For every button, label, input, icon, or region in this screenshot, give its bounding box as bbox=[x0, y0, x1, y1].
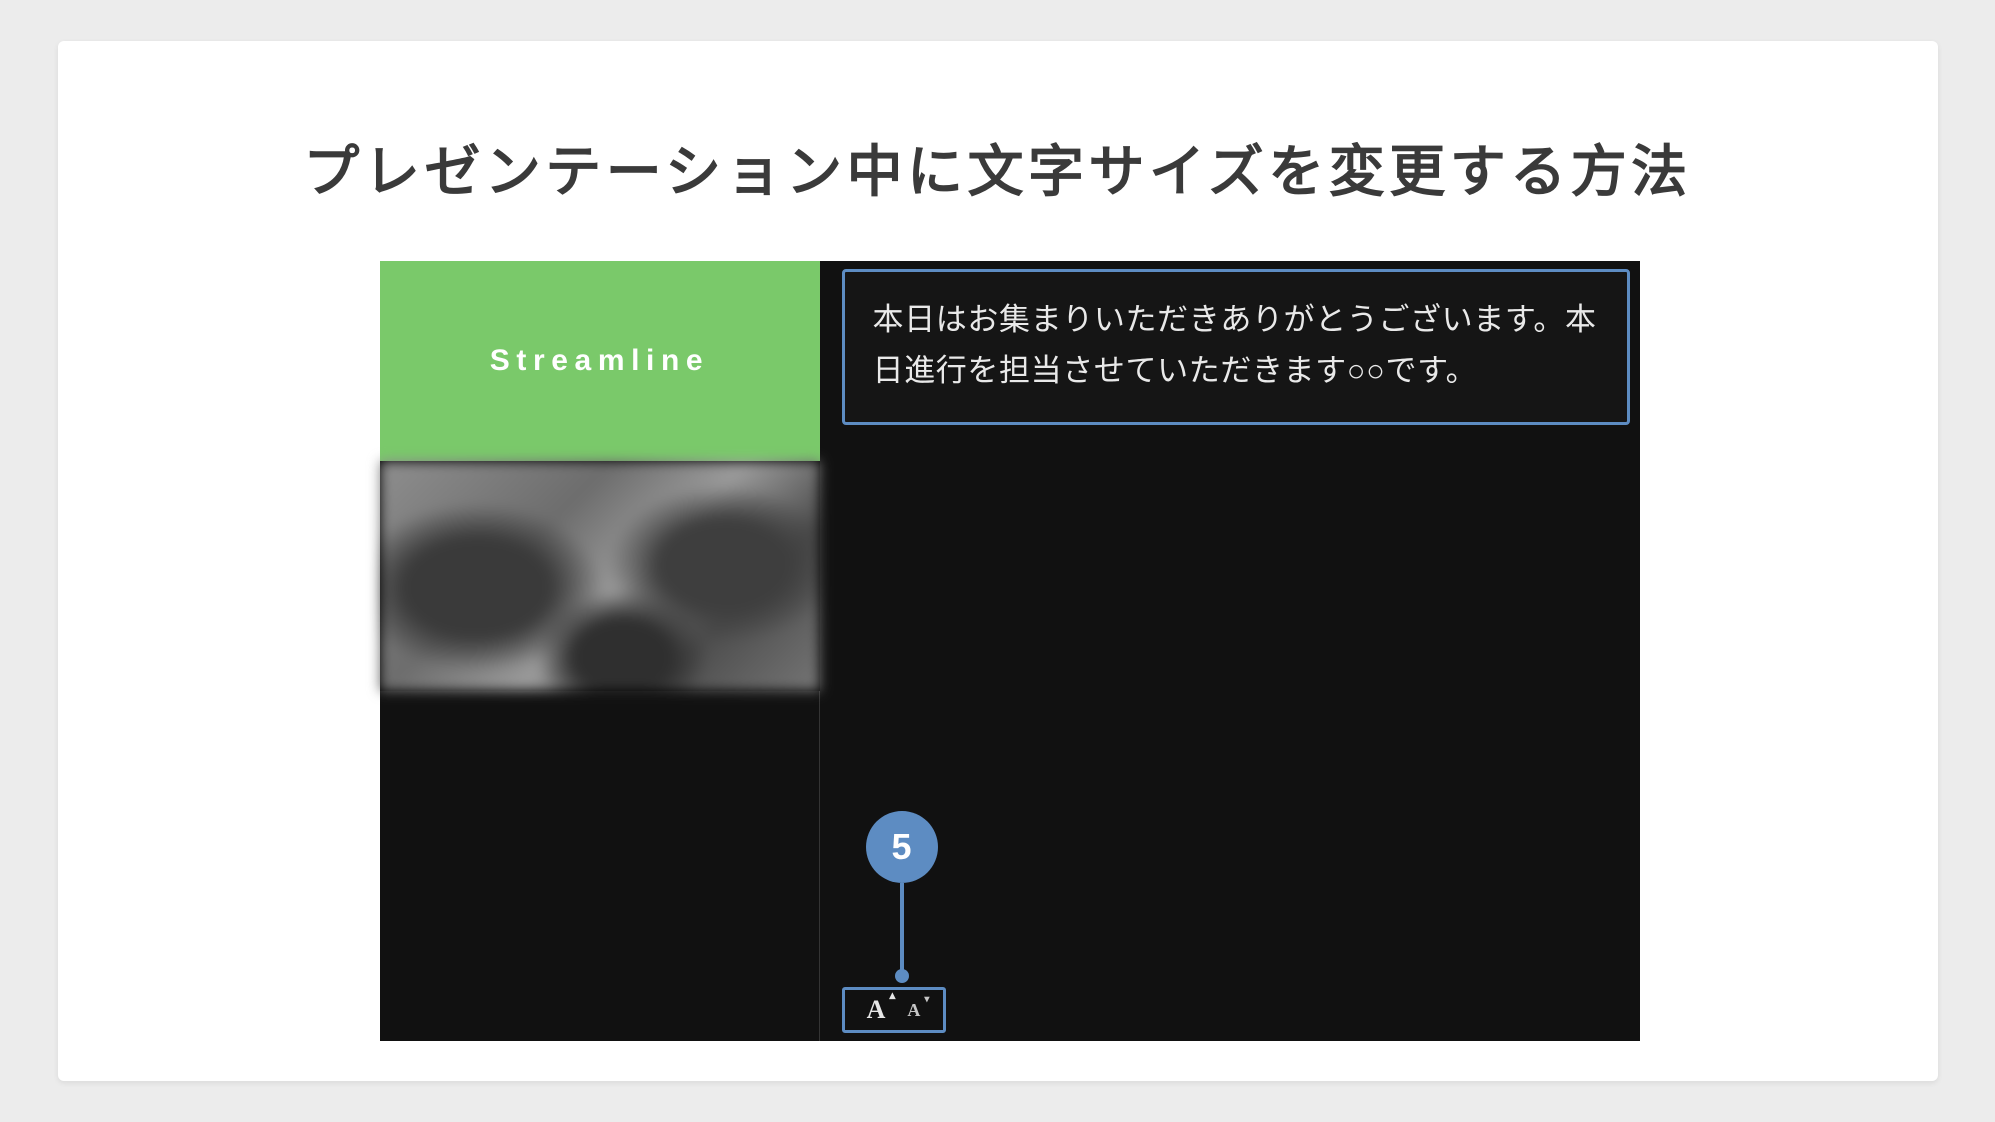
slide-thumbnail-image bbox=[380, 461, 820, 691]
slide-preview-pane: Streamline bbox=[380, 261, 820, 1041]
slide-thumbnail-title: Streamline bbox=[490, 344, 709, 378]
speaker-notes-pane: 本日はお集まりいただきありがとうございます。本日進行を担当させていただきます○○… bbox=[820, 261, 1640, 1041]
page: プレゼンテーション中に文字サイズを変更する方法 Streamline 本日はお集… bbox=[0, 0, 1995, 1122]
increase-arrow-icon: ▴ bbox=[889, 989, 895, 1001]
speaker-notes-box[interactable]: 本日はお集まりいただきありがとうございます。本日進行を担当させていただきます○○… bbox=[842, 269, 1630, 425]
callout-connector-dot bbox=[895, 969, 909, 983]
increase-font-glyph: A bbox=[867, 995, 886, 1024]
page-title: プレゼンテーション中に文字サイズを変更する方法 bbox=[58, 127, 1938, 208]
instruction-card: プレゼンテーション中に文字サイズを変更する方法 Streamline 本日はお集… bbox=[58, 41, 1938, 1081]
presenter-view: Streamline 本日はお集まりいただきありがとうございます。本日進行を担当… bbox=[380, 261, 1640, 1041]
callout-connector-line bbox=[900, 883, 904, 971]
font-size-toolbar: A ▴ A ▾ bbox=[842, 987, 946, 1033]
slide-thumbnail[interactable]: Streamline bbox=[380, 261, 820, 691]
decrease-arrow-icon: ▾ bbox=[924, 995, 929, 1005]
slide-thumbnail-header: Streamline bbox=[380, 261, 820, 461]
step-callout: 5 bbox=[866, 811, 938, 983]
increase-font-button[interactable]: A ▴ bbox=[867, 997, 886, 1023]
speaker-notes-text: 本日はお集まりいただきありがとうございます。本日進行を担当させていただきます○○… bbox=[873, 294, 1599, 396]
decrease-font-button[interactable]: A ▾ bbox=[907, 1001, 920, 1019]
step-number-badge: 5 bbox=[866, 811, 938, 883]
decrease-font-glyph: A bbox=[907, 1000, 920, 1020]
